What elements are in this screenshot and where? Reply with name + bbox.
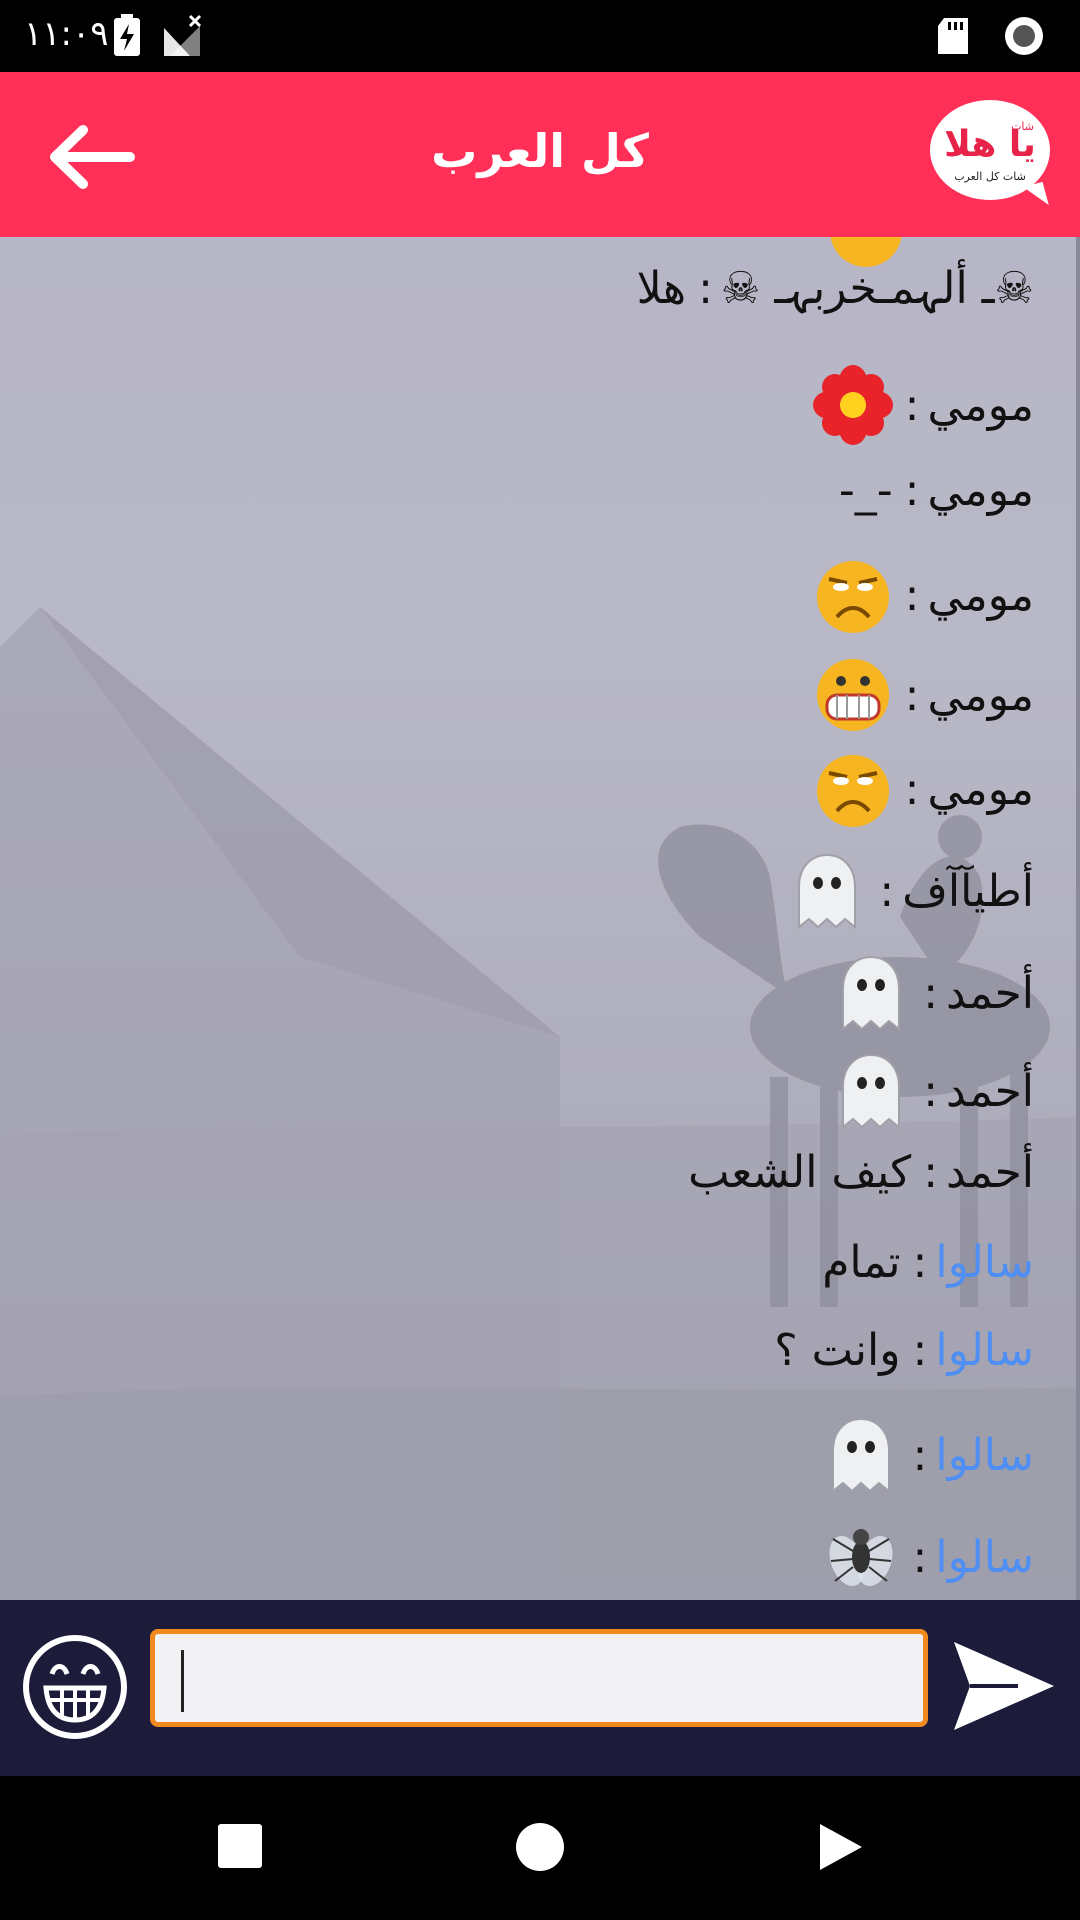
message-sender: سالوا	[935, 1429, 1034, 1481]
status-bar: ١١:٠٩	[0, 0, 1080, 72]
chat-message: ☠ـ ألہمـخربہـ ☠ : هلا	[636, 263, 1034, 314]
app-screen: ١١:٠٩ كل العرب شات يا هلا شات كل العرب ☠…	[0, 0, 1080, 1920]
chat-message: مومي :	[813, 555, 1034, 635]
message-sender: سالوا	[935, 1325, 1034, 1376]
message-sender: أطيآآف	[902, 865, 1034, 917]
chat-message: مومي :	[813, 655, 1034, 735]
message-text: -_-	[838, 465, 893, 516]
message-sender: أحمد	[946, 1065, 1034, 1117]
chat-message: سالوا : تمام	[822, 1237, 1034, 1288]
grimace-face-icon	[816, 659, 889, 731]
message-sender: مومي	[927, 669, 1034, 721]
ghost-icon	[798, 853, 857, 930]
battery-charging-icon	[114, 14, 140, 56]
message-text: هلا	[636, 263, 687, 314]
chat-message: مومي : -_-	[838, 465, 1034, 516]
frown-face-icon	[816, 561, 889, 633]
send-icon[interactable]	[948, 1636, 1060, 1736]
message-input-bar	[0, 1600, 1080, 1776]
circle-home-icon[interactable]	[515, 1822, 565, 1872]
message-text: كيف الشعب	[688, 1147, 912, 1198]
ghost-icon	[842, 955, 901, 1032]
message-text: تمام	[822, 1237, 901, 1288]
message-sender: مومي	[927, 465, 1034, 516]
system-nav-bar	[0, 1776, 1080, 1920]
chat-message: سالوا : وانت ؟	[774, 1325, 1034, 1376]
ghost-icon	[831, 1417, 890, 1494]
message-sender: مومي	[927, 379, 1034, 431]
message-sender: ☠ـ ألہمـخربہـ ☠	[720, 263, 1034, 314]
fly-icon	[829, 1529, 892, 1587]
chat-message: سالوا :	[821, 1517, 1034, 1597]
chat-message: أحمد :	[831, 953, 1034, 1033]
chat-message: أحمد : كيف الشعب	[688, 1147, 1034, 1198]
square-recents-icon[interactable]	[216, 1822, 264, 1870]
no-signal-icon	[164, 14, 202, 56]
logo-sub-text: شات كل العرب	[954, 170, 1026, 183]
message-sender: أحمد	[946, 967, 1034, 1019]
frown-face-icon	[816, 755, 889, 827]
app-header: كل العرب شات يا هلا شات كل العرب	[0, 72, 1080, 237]
status-time: ١١:٠٩	[24, 14, 109, 54]
chat-message: مومي :	[812, 365, 1034, 445]
message-sender: مومي	[927, 763, 1034, 815]
chat-message: أطيآآف :	[787, 851, 1034, 931]
app-logo: شات يا هلا شات كل العرب	[930, 100, 1050, 211]
message-sender: سالوا	[935, 1237, 1034, 1288]
ghost-icon	[842, 1053, 901, 1130]
grin-face-icon[interactable]	[22, 1634, 128, 1740]
record-icon	[1005, 17, 1043, 55]
flower-icon	[812, 365, 893, 445]
sd-card-icon	[938, 18, 968, 54]
message-text: وانت ؟	[774, 1325, 901, 1376]
chat-message: سالوا :	[821, 1415, 1034, 1495]
page-title: كل العرب	[431, 124, 649, 178]
chat-messages-area[interactable]: ☠ـ ألہمـخربہـ ☠ : هلا مومي : مومي: -_- …	[0, 237, 1080, 1600]
message-input[interactable]	[150, 1629, 928, 1727]
chat-scrollbar[interactable]	[1076, 237, 1080, 1600]
chat-message: أحمد :	[831, 1051, 1034, 1131]
message-sender: أحمد	[946, 1147, 1034, 1198]
logo-brand-text: يا هلا	[944, 124, 1036, 165]
triangle-back-icon[interactable]	[818, 1822, 864, 1872]
message-sender: سالوا	[935, 1531, 1034, 1583]
message-sender: مومي	[927, 569, 1034, 621]
text-caret	[181, 1650, 184, 1712]
chat-message: مومي :	[813, 749, 1034, 829]
